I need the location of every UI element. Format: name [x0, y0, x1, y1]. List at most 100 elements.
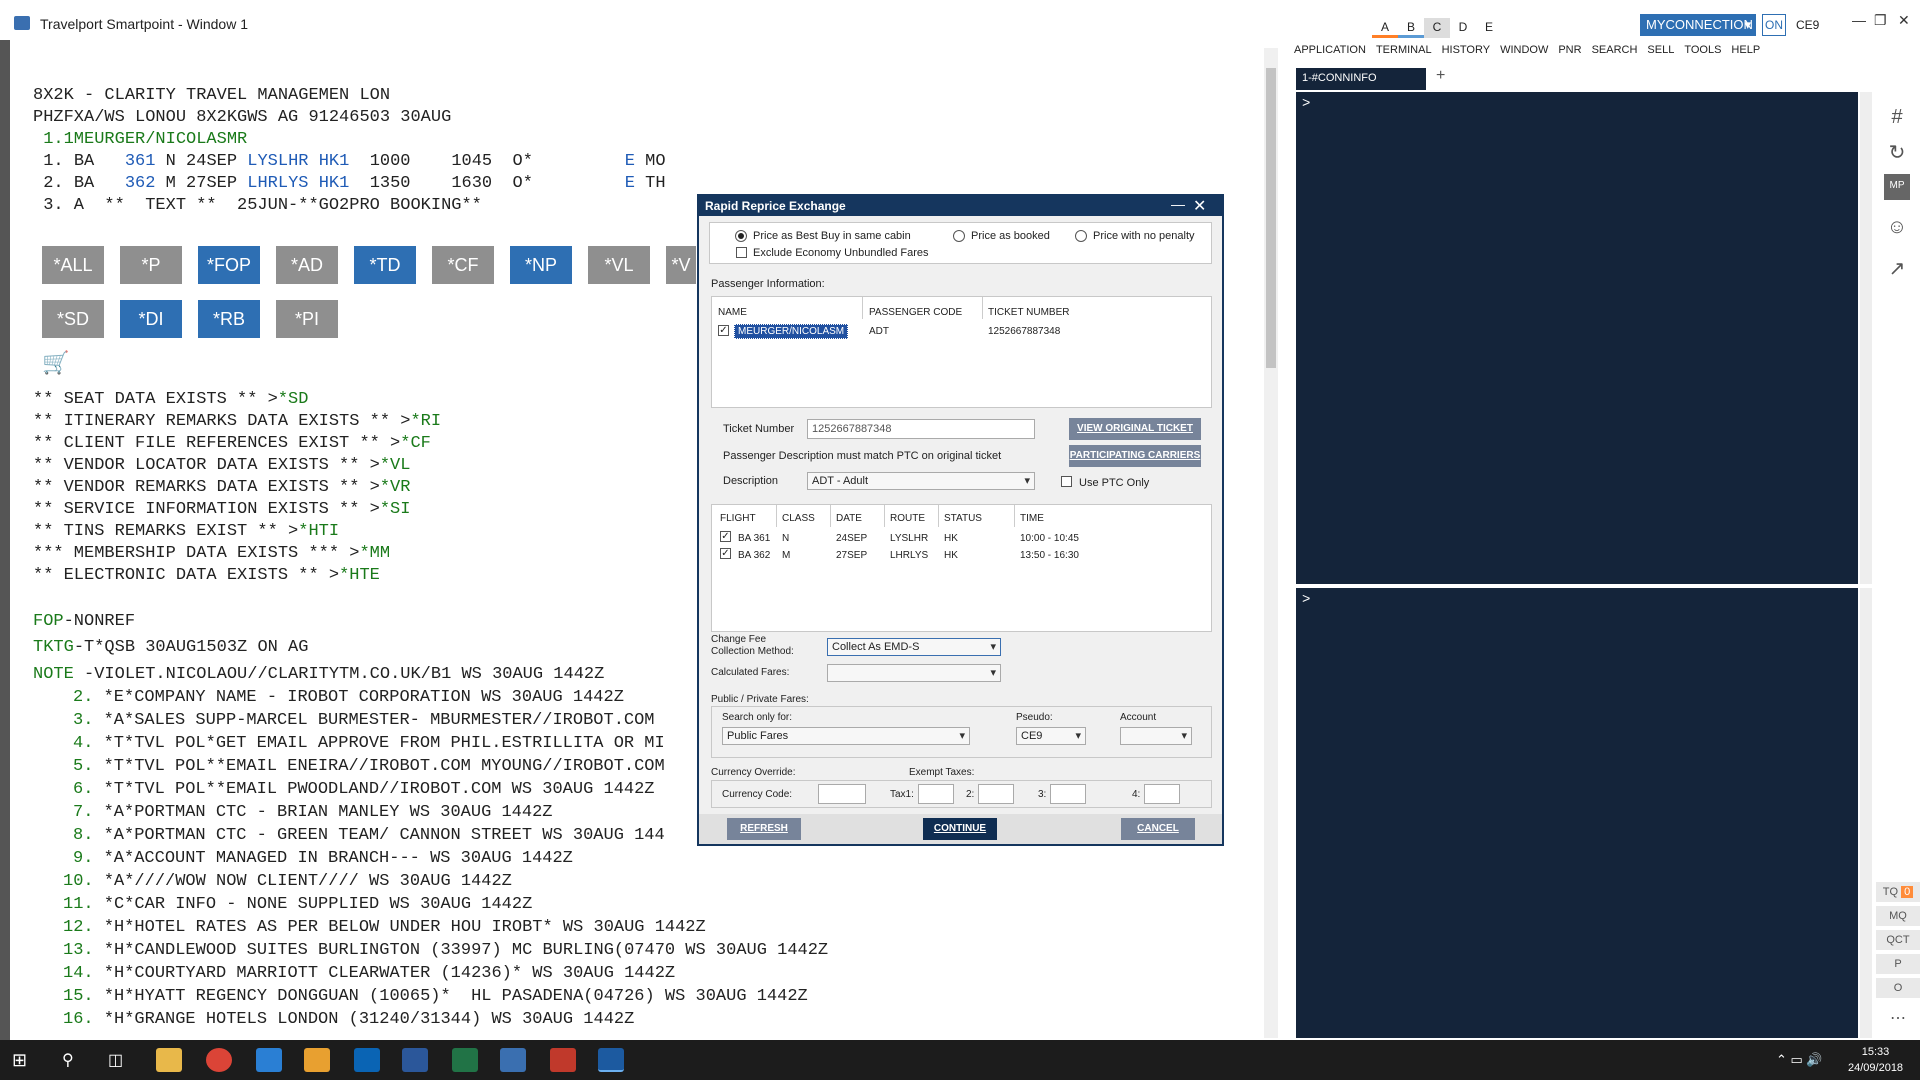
pseudo-select[interactable]: CE9 — [1016, 727, 1086, 745]
refresh-icon[interactable]: ↻ — [1884, 140, 1910, 166]
window-tab-e[interactable]: E — [1476, 18, 1502, 38]
dialog-minimize-button[interactable]: — — [1171, 196, 1185, 212]
outlook-icon[interactable] — [354, 1048, 380, 1072]
btn-np[interactable]: *NP — [510, 246, 572, 284]
btn-all[interactable]: *ALL — [42, 246, 104, 284]
class-cell: N — [782, 533, 790, 544]
terminal-pane-top[interactable]: > — [1296, 92, 1872, 584]
btn-sd[interactable]: *SD — [42, 300, 104, 338]
tax2-field[interactable] — [978, 784, 1014, 804]
use-ptc-checkbox[interactable] — [1061, 476, 1072, 487]
maximize-button[interactable]: ❐ — [1874, 12, 1887, 29]
task-view-icon[interactable]: ◫ — [108, 1050, 123, 1070]
scrollbar[interactable] — [1264, 48, 1278, 1038]
excel-icon[interactable] — [452, 1048, 478, 1072]
tq-button[interactable]: TQ 0 — [1876, 882, 1920, 902]
cart-icon[interactable]: 🛒 — [42, 350, 69, 376]
cancel-button[interactable]: CANCEL — [1121, 818, 1195, 840]
window-tab-a[interactable]: A — [1372, 18, 1398, 38]
windows-start-icon[interactable]: ⊞ — [12, 1050, 27, 1071]
connection-select[interactable]: MYCONNECTION ▾ — [1640, 14, 1756, 36]
dialog-close-button[interactable]: ✕ — [1193, 196, 1206, 216]
refresh-button[interactable]: REFRESH — [727, 818, 801, 840]
tax4-field[interactable] — [1144, 784, 1180, 804]
window-tab-b[interactable]: B — [1398, 18, 1424, 38]
exclude-economy-checkbox[interactable] — [736, 247, 747, 258]
edge-icon[interactable] — [256, 1048, 282, 1072]
scrollbar-thumb[interactable] — [1266, 68, 1276, 368]
active-app-icon[interactable] — [598, 1048, 624, 1072]
calculated-fares-select[interactable] — [827, 664, 1001, 682]
tax1-field[interactable] — [918, 784, 954, 804]
btn-vl[interactable]: *VL — [588, 246, 650, 284]
file-explorer-icon[interactable] — [156, 1048, 182, 1072]
minimize-button[interactable]: — — [1852, 12, 1866, 28]
add-tab-icon[interactable]: + — [1436, 67, 1445, 85]
search-only-select[interactable]: Public Fares — [722, 727, 970, 745]
participating-carriers-button[interactable]: PARTICIPATING CARRIERS — [1069, 445, 1201, 467]
radio-as-booked[interactable] — [953, 230, 965, 242]
btn-ad[interactable]: *AD — [276, 246, 338, 284]
menu-sell[interactable]: SELL — [1647, 44, 1674, 56]
tax3-field[interactable] — [1050, 784, 1086, 804]
app-icon[interactable] — [304, 1048, 330, 1072]
btn-td[interactable]: *TD — [354, 246, 416, 284]
btn-v[interactable]: *V — [666, 246, 696, 284]
clock[interactable]: 15:33 24/09/2018 — [1848, 1044, 1903, 1076]
radio-best-buy[interactable] — [735, 230, 747, 242]
o-button[interactable]: O — [1876, 978, 1920, 998]
menu-application[interactable]: APPLICATION — [1294, 44, 1366, 56]
red-app-icon[interactable] — [550, 1048, 576, 1072]
btn-p[interactable]: *P — [120, 246, 182, 284]
currency-code-field[interactable] — [818, 784, 866, 804]
mq-button[interactable]: MQ — [1876, 906, 1920, 926]
btn-fop[interactable]: *FOP — [198, 246, 260, 284]
menu-window[interactable]: WINDOW — [1500, 44, 1548, 56]
smartpoint-icon[interactable] — [500, 1048, 526, 1072]
terminal-tab[interactable]: 1-#CONNINFO — [1296, 68, 1426, 90]
window-tab-c[interactable]: C — [1424, 18, 1450, 38]
menu-pnr[interactable]: PNR — [1558, 44, 1581, 56]
account-select[interactable] — [1120, 727, 1192, 745]
tray-icons[interactable]: ⌃ ▭ 🔊 — [1776, 1052, 1823, 1068]
chrome-icon[interactable] — [206, 1048, 232, 1072]
col-header: PASSENGER CODE — [869, 307, 963, 318]
menu-search[interactable]: SEARCH — [1592, 44, 1638, 56]
route-cell: LHRLYS — [890, 550, 929, 561]
external-link-icon[interactable]: ↗ — [1884, 256, 1910, 282]
more-icon[interactable]: ⋯ — [1876, 1004, 1920, 1027]
search-icon[interactable]: ⚲ — [62, 1050, 74, 1070]
flight-checkbox[interactable]: ✓ — [720, 531, 731, 542]
menu-terminal[interactable]: TERMINAL — [1376, 44, 1432, 56]
agent-icon[interactable]: ☺ — [1884, 216, 1910, 242]
view-original-ticket-button[interactable]: VIEW ORIGINAL TICKET — [1069, 418, 1201, 440]
btn-cf[interactable]: *CF — [432, 246, 494, 284]
btn-di[interactable]: *DI — [120, 300, 182, 338]
window-tab-d[interactable]: D — [1450, 18, 1476, 38]
btn-rb[interactable]: *RB — [198, 300, 260, 338]
btn-pi[interactable]: *PI — [276, 300, 338, 338]
exempt-taxes-label: Exempt Taxes: — [909, 767, 975, 778]
close-button[interactable]: ✕ — [1898, 12, 1910, 29]
description-select[interactable]: ADT - Adult — [807, 472, 1035, 490]
pax-name[interactable]: MEURGER/NICOLASM — [734, 324, 849, 339]
mp-icon[interactable]: MP — [1884, 174, 1910, 200]
terminal-line: PHZFXA/WS LONOU 8X2KGWS AG 91246503 30AU… — [33, 108, 452, 127]
menu-tools[interactable]: TOOLS — [1684, 44, 1721, 56]
flight-checkbox[interactable]: ✓ — [720, 548, 731, 559]
on-toggle[interactable]: ON — [1762, 14, 1786, 36]
terminal-pane-bottom[interactable]: > — [1296, 588, 1872, 1038]
scrollbar[interactable] — [1860, 588, 1872, 1038]
ticket-number-field[interactable]: 1252667887348 — [807, 419, 1035, 439]
pax-checkbox[interactable]: ✓ — [718, 325, 729, 336]
qct-button[interactable]: QCT — [1876, 930, 1920, 950]
p-button[interactable]: P — [1876, 954, 1920, 974]
menu-history[interactable]: HISTORY — [1442, 44, 1491, 56]
menu-help[interactable]: HELP — [1731, 44, 1760, 56]
word-icon[interactable] — [402, 1048, 428, 1072]
hash-icon[interactable]: # — [1884, 106, 1910, 132]
change-fee-select[interactable]: Collect As EMD-S — [827, 638, 1001, 656]
scrollbar[interactable] — [1860, 92, 1872, 584]
radio-no-penalty[interactable] — [1075, 230, 1087, 242]
continue-button[interactable]: CONTINUE — [923, 818, 997, 840]
